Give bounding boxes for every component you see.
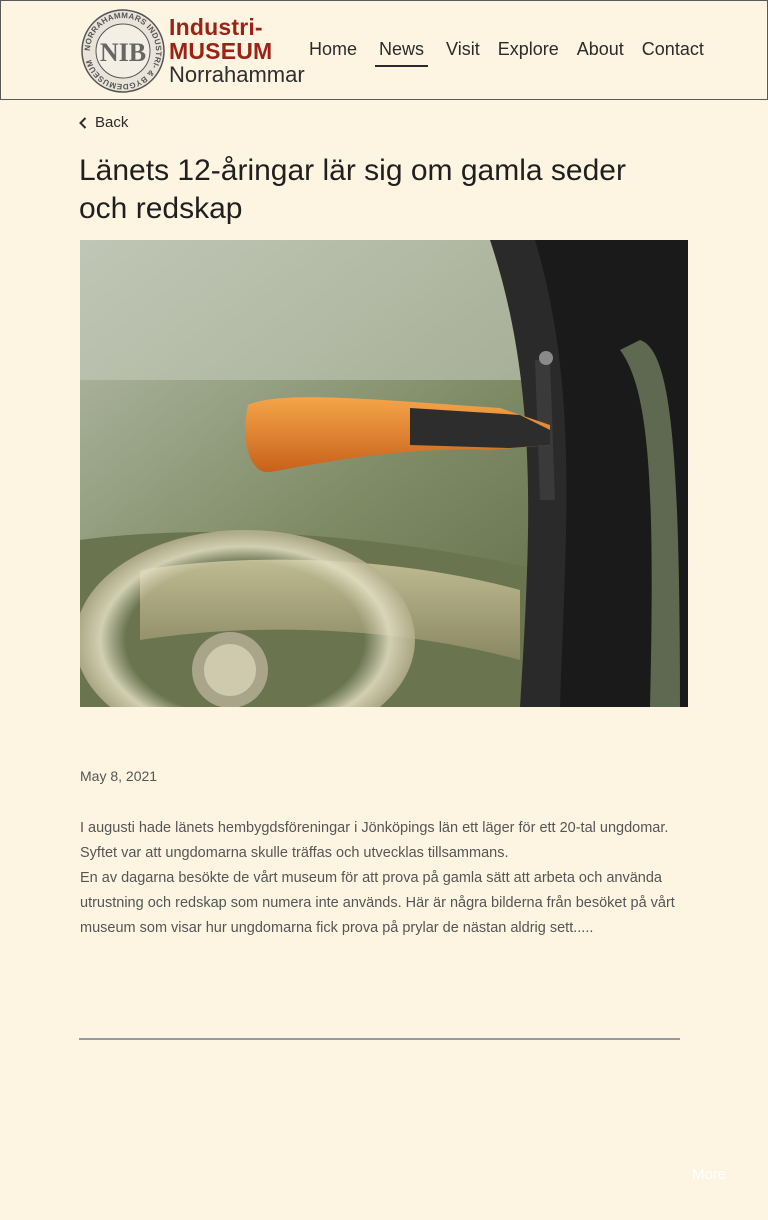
back-link-label: Back bbox=[95, 114, 129, 131]
article-date: May 8, 2021 bbox=[80, 768, 158, 784]
article-title: Länets 12-åringar lär sig om gamla seder… bbox=[79, 154, 626, 225]
site-header: NORRAHAMMARS INDUSTRI- & BYGDEMUSEUM NIB… bbox=[0, 0, 768, 100]
article-paragraph: I augusti hade länets hembygdsföreningar… bbox=[80, 820, 669, 861]
car-door-handle-photo bbox=[80, 240, 688, 707]
back-link[interactable]: Back bbox=[79, 114, 128, 131]
content-divider bbox=[79, 1038, 680, 1040]
logo-line-norrahammar: Norrahammar bbox=[169, 62, 305, 87]
chevron-left-icon bbox=[79, 116, 87, 129]
site-logo-text[interactable]: Industri- MUSEUM Norrahammar bbox=[169, 15, 305, 87]
nav-visit[interactable]: Visit bbox=[446, 37, 480, 67]
nav-about[interactable]: About bbox=[577, 37, 624, 67]
nav-home[interactable]: Home bbox=[309, 37, 357, 67]
nav-explore[interactable]: Explore bbox=[498, 37, 559, 67]
logo-line-industri: Industri- bbox=[169, 14, 263, 40]
nav-contact[interactable]: Contact bbox=[642, 37, 704, 67]
museum-seal-logo[interactable]: NORRAHAMMARS INDUSTRI- & BYGDEMUSEUM NIB bbox=[81, 9, 165, 93]
nav-news[interactable]: News bbox=[375, 37, 429, 67]
article-paragraph: En av dagarna besökte de vårt museum för… bbox=[80, 870, 675, 936]
svg-text:NIB: NIB bbox=[100, 38, 146, 67]
main-nav: Home News Visit Explore About Contact bbox=[309, 37, 704, 67]
logo-line-museum: MUSEUM bbox=[169, 38, 273, 64]
more-link[interactable]: More bbox=[692, 1166, 726, 1183]
article-body: I augusti hade länets hembygdsföreningar… bbox=[80, 816, 688, 941]
article-hero-image bbox=[80, 240, 688, 707]
